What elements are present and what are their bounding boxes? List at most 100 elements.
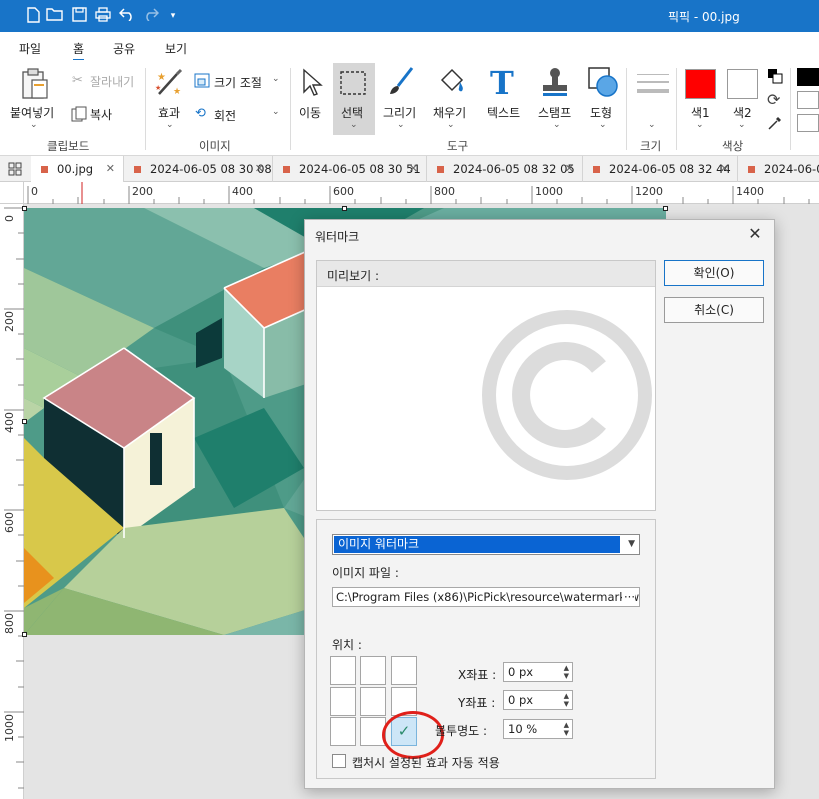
color2-swatch[interactable] <box>727 69 758 99</box>
text-tool-button[interactable]: 텍스트 <box>487 104 520 121</box>
resize-handle[interactable] <box>22 206 27 211</box>
print-icon[interactable] <box>94 7 112 25</box>
position-top-right[interactable] <box>391 656 417 685</box>
resize-handle[interactable] <box>342 206 347 211</box>
position-top-center[interactable] <box>360 656 386 685</box>
quick-access-dropdown-icon[interactable]: ▾ <box>164 7 182 25</box>
position-top-left[interactable] <box>330 656 356 685</box>
shape-dropdown-icon[interactable]: ⌄ <box>599 120 607 130</box>
cut-button[interactable]: 잘라내기 <box>90 73 134 90</box>
doc-tab[interactable]: 2024-06-05 <box>738 156 819 182</box>
line-width-dropdown-icon[interactable]: ⌄ <box>648 120 656 130</box>
redo-icon[interactable] <box>142 7 160 25</box>
open-folder-icon[interactable] <box>46 7 64 25</box>
grid-view-icon[interactable] <box>8 162 22 179</box>
select-tool-button[interactable]: 선택 <box>341 104 363 121</box>
select-dropdown-icon[interactable]: ⌄ <box>350 120 358 130</box>
rotate-dropdown-icon[interactable]: ⌄ <box>272 107 280 117</box>
color2-button[interactable]: 색2 <box>733 104 752 121</box>
move-cursor-icon[interactable] <box>301 68 323 101</box>
ribbon-separator <box>790 68 791 150</box>
copy-button[interactable]: 복사 <box>90 106 112 123</box>
effects-dropdown-icon[interactable]: ⌄ <box>166 120 174 130</box>
ok-button[interactable]: 확인(O) <box>664 260 764 286</box>
color2-dropdown-icon[interactable]: ⌄ <box>738 120 746 130</box>
eyedropper-icon[interactable] <box>767 115 783 134</box>
close-icon[interactable]: ✕ <box>720 156 729 182</box>
effects-icon[interactable]: ★ ★ ★ <box>155 68 187 101</box>
fill-dropdown-icon[interactable]: ⌄ <box>447 120 455 130</box>
doc-tab-color-dot <box>437 166 444 173</box>
stamp-tool-button[interactable]: 스탬프 <box>538 104 571 121</box>
resize-icon <box>194 73 210 91</box>
close-icon[interactable]: ✕ <box>409 156 418 182</box>
clipboard-group-label: 클립보드 <box>47 139 90 153</box>
doc-tab[interactable]: 2024-06-05 08 32 44 ✕ <box>583 156 738 182</box>
close-icon[interactable]: ✕ <box>255 156 264 182</box>
opacity-spinner[interactable]: 10 % ▲ ▼ <box>503 719 573 739</box>
tab-home[interactable]: 홈 <box>73 40 85 61</box>
doc-tab[interactable]: 2024-06-05 08 32 05 ✕ <box>427 156 583 182</box>
ruler-label: 400 <box>3 412 16 433</box>
y-coordinate-spinner[interactable]: 0 px ▲ ▼ <box>503 690 573 710</box>
close-icon[interactable]: ✕ <box>565 156 574 182</box>
reset-colors-icon[interactable]: ⟳ <box>767 90 780 109</box>
watermark-type-select[interactable]: 이미지 워터마크 ▼ <box>332 534 640 555</box>
palette-white-swatch[interactable] <box>797 91 819 109</box>
resize-handle[interactable] <box>22 632 27 637</box>
close-icon[interactable]: ✕ <box>106 156 115 182</box>
line-width-icon[interactable] <box>637 72 669 99</box>
spinner-arrows-icon[interactable]: ▲ ▼ <box>564 721 569 737</box>
fill-tool-button[interactable]: 채우기 <box>433 104 466 121</box>
doc-tab[interactable]: 00.jpg ✕ <box>31 156 124 182</box>
cancel-button[interactable]: 취소(C) <box>664 297 764 323</box>
new-file-icon[interactable] <box>24 7 42 25</box>
rotate-button[interactable]: 회전 <box>214 107 236 124</box>
position-bottom-left[interactable] <box>330 717 356 746</box>
position-middle-center[interactable] <box>360 687 386 716</box>
tab-file[interactable]: 파일 <box>19 40 41 57</box>
doc-tab[interactable]: 2024-06-05 08 30 51 ✕ <box>273 156 427 182</box>
move-tool-button[interactable]: 이동 <box>299 104 321 121</box>
browse-button[interactable]: ··· <box>622 588 635 606</box>
close-icon[interactable]: ✕ <box>745 224 765 243</box>
paste-icon[interactable] <box>20 68 50 103</box>
paste-dropdown-icon[interactable]: ⌄ <box>30 120 38 130</box>
spinner-arrows-icon[interactable]: ▲ ▼ <box>564 664 569 680</box>
shape-tool-button[interactable]: 도형 <box>590 104 612 121</box>
spinner-arrows-icon[interactable]: ▲ ▼ <box>564 692 569 708</box>
color1-button[interactable]: 색1 <box>691 104 710 121</box>
draw-tool-button[interactable]: 그리기 <box>383 104 416 121</box>
undo-icon[interactable] <box>118 7 136 25</box>
brush-icon[interactable] <box>386 66 416 101</box>
palette-black-swatch[interactable] <box>797 68 819 86</box>
color1-dropdown-icon[interactable]: ⌄ <box>696 120 704 130</box>
resize-dropdown-icon[interactable]: ⌄ <box>272 74 280 84</box>
paste-button[interactable]: 붙여넣기 <box>10 104 54 121</box>
scissors-icon: ✂ <box>72 73 83 88</box>
x-coordinate-spinner[interactable]: 0 px ▲ ▼ <box>503 662 573 682</box>
resize-button[interactable]: 크기 조절 <box>214 74 262 91</box>
palette-white-swatch[interactable] <box>797 114 819 132</box>
resize-handle[interactable] <box>22 419 27 424</box>
image-file-path-field[interactable]: C:\Program Files (x86)\PicPick\resource\… <box>332 587 640 607</box>
tab-view[interactable]: 보기 <box>165 40 187 57</box>
auto-apply-checkbox[interactable] <box>332 754 346 768</box>
resize-handle[interactable] <box>663 206 668 211</box>
stamp-icon[interactable] <box>540 66 570 101</box>
stamp-dropdown-icon[interactable]: ⌄ <box>553 120 561 130</box>
watermark-type-value: 이미지 워터마크 <box>334 536 620 553</box>
text-t-icon[interactable]: T <box>490 64 514 102</box>
chevron-down-icon[interactable]: ▼ <box>628 539 635 549</box>
fill-bucket-icon[interactable] <box>436 66 468 101</box>
swap-colors-icon[interactable] <box>767 68 783 87</box>
draw-dropdown-icon[interactable]: ⌄ <box>397 120 405 130</box>
effects-button[interactable]: 효과 <box>158 104 180 121</box>
doc-tab[interactable]: 2024-06-05 08 30 08 ✕ <box>124 156 273 182</box>
position-middle-left[interactable] <box>330 687 356 716</box>
x-coordinate-label: X좌표 : <box>458 668 497 682</box>
tab-share[interactable]: 공유 <box>113 40 135 57</box>
save-icon[interactable] <box>70 7 88 25</box>
color1-swatch[interactable] <box>685 69 716 99</box>
shape-icon[interactable] <box>587 66 619 101</box>
